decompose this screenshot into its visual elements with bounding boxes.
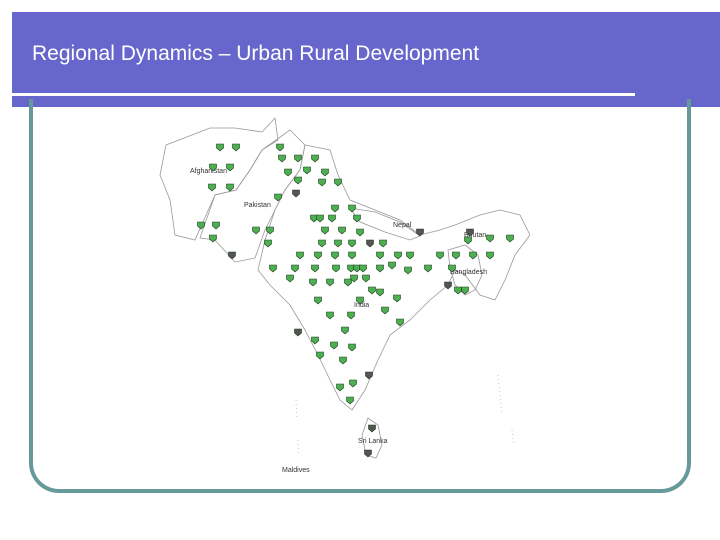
green-map-pin xyxy=(330,341,338,350)
green-map-pin xyxy=(314,296,322,305)
green-map-pin xyxy=(379,239,387,248)
green-map-pin xyxy=(394,251,402,260)
green-map-pin xyxy=(376,264,384,273)
green-map-pin xyxy=(269,264,277,273)
green-map-pin xyxy=(311,336,319,345)
dark-map-pin xyxy=(444,281,452,290)
green-map-pin xyxy=(232,143,240,152)
green-map-pin xyxy=(362,274,370,283)
green-map-pin xyxy=(264,239,272,248)
label-nepal: Nepal xyxy=(393,222,412,229)
india-outline xyxy=(257,144,530,411)
green-map-pin xyxy=(393,294,401,303)
green-map-pin xyxy=(321,168,329,177)
green-map-pin xyxy=(347,311,355,320)
green-map-pin xyxy=(341,326,349,335)
green-map-pin xyxy=(252,226,260,235)
green-map-pin xyxy=(452,251,460,260)
green-map-pin xyxy=(359,264,367,273)
green-map-pin xyxy=(286,274,294,283)
green-map-pin xyxy=(276,143,284,152)
city-markers xyxy=(197,143,514,458)
green-map-pin xyxy=(284,168,292,177)
green-map-pin xyxy=(208,183,216,192)
green-map-pin xyxy=(318,178,326,187)
dark-map-pin xyxy=(292,189,300,198)
green-map-pin xyxy=(316,214,324,223)
green-map-pin xyxy=(303,166,311,175)
dark-map-pin xyxy=(228,251,236,260)
green-map-pin xyxy=(212,221,220,230)
green-map-pin xyxy=(331,251,339,260)
green-map-pin xyxy=(216,143,224,152)
green-map-pin xyxy=(318,239,326,248)
green-map-pin xyxy=(336,383,344,392)
green-map-pin xyxy=(321,226,329,235)
green-map-pin xyxy=(338,226,346,235)
green-map-pin xyxy=(316,351,324,360)
green-map-pin xyxy=(406,251,414,260)
green-map-pin xyxy=(296,251,304,260)
green-map-pin xyxy=(309,278,317,287)
green-map-pin xyxy=(349,379,357,388)
dark-map-pin xyxy=(366,239,374,248)
green-map-pin xyxy=(334,239,342,248)
green-map-pin xyxy=(376,288,384,297)
label-maldives: Maldives xyxy=(282,467,310,474)
green-map-pin xyxy=(348,204,356,213)
green-map-pin xyxy=(331,204,339,213)
green-map-pin xyxy=(454,286,462,295)
green-map-pin xyxy=(326,311,334,320)
dark-map-pin xyxy=(294,328,302,337)
green-map-pin xyxy=(311,264,319,273)
label-india: India xyxy=(354,302,369,309)
title-rule xyxy=(12,93,635,96)
green-map-pin xyxy=(436,251,444,260)
green-map-pin xyxy=(356,228,364,237)
green-map-pin xyxy=(226,163,234,172)
green-map-pin xyxy=(348,239,356,248)
green-map-pin xyxy=(486,234,494,243)
label-bangladesh: Bangladesh xyxy=(450,269,487,276)
green-map-pin xyxy=(486,251,494,260)
green-map-pin xyxy=(348,251,356,260)
south-asia-map: Afghanistan Pakistan Nepal Bhutan Bangla… xyxy=(159,117,530,474)
dark-map-pin xyxy=(416,228,424,237)
green-map-pin xyxy=(278,154,286,163)
green-map-pin xyxy=(381,306,389,315)
green-map-pin xyxy=(344,278,352,287)
green-map-pin xyxy=(314,251,322,260)
pakistan-outline xyxy=(199,129,306,263)
green-map-pin xyxy=(311,154,319,163)
green-map-pin xyxy=(291,264,299,273)
green-map-pin xyxy=(424,264,432,273)
dark-map-pin xyxy=(365,371,373,380)
slide-title: Regional Dynamics – Urban Rural Developm… xyxy=(32,42,480,65)
andaman-islands xyxy=(497,374,515,446)
green-map-pin xyxy=(506,234,514,243)
label-pakistan: Pakistan xyxy=(244,202,271,209)
label-sri-lanka: Sri Lanka xyxy=(358,438,388,445)
green-map-pin xyxy=(348,343,356,352)
green-map-pin xyxy=(376,251,384,260)
green-map-pin xyxy=(294,176,302,185)
label-afghanistan: Afghanistan xyxy=(190,168,227,175)
green-map-pin xyxy=(464,236,472,245)
green-map-pin xyxy=(328,214,336,223)
green-map-pin xyxy=(404,266,412,275)
green-map-pin xyxy=(469,251,477,260)
green-map-pin xyxy=(294,154,302,163)
maldives-islands xyxy=(295,399,300,456)
green-map-pin xyxy=(334,178,342,187)
green-map-pin xyxy=(368,286,376,295)
green-map-pin xyxy=(388,261,396,270)
dark-map-pin xyxy=(368,424,376,433)
green-map-pin xyxy=(346,396,354,405)
green-map-pin xyxy=(332,264,340,273)
green-map-pin xyxy=(339,356,347,365)
green-map-pin xyxy=(326,278,334,287)
green-map-pin xyxy=(396,318,404,327)
green-map-pin xyxy=(226,183,234,192)
